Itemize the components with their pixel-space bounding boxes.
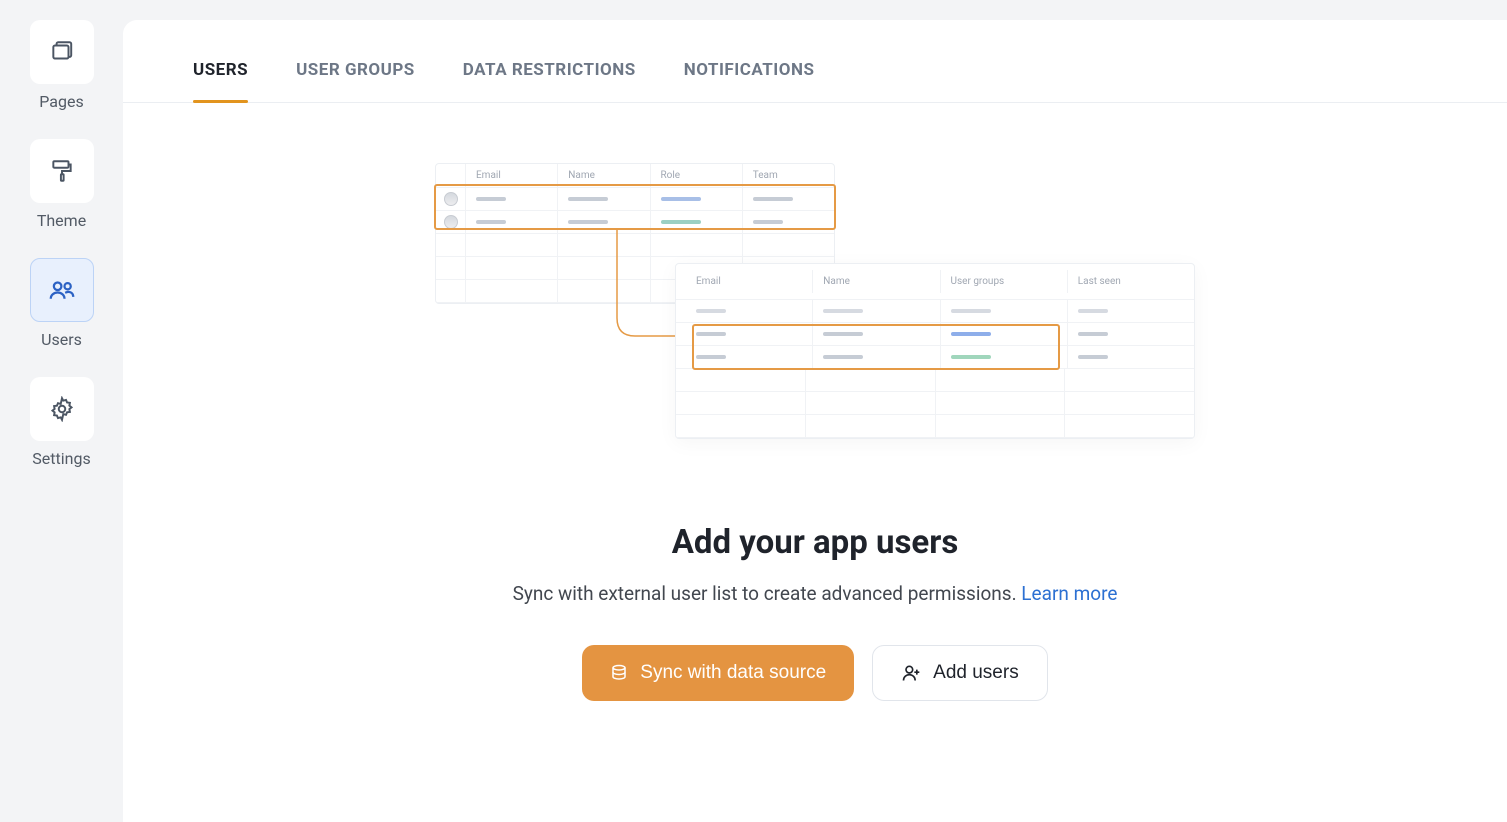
sidebar-label-users: Users <box>41 330 82 349</box>
subtitle-text: Sync with external user list to create a… <box>513 582 1022 605</box>
sidebar-label-settings: Settings <box>32 449 90 468</box>
sidebar-label-theme: Theme <box>37 211 86 230</box>
sidebar-label-pages: Pages <box>39 92 83 111</box>
illus-header: Role <box>651 164 743 187</box>
illustration: Email Name Role Team <box>435 163 1195 483</box>
add-users-button[interactable]: Add users <box>872 645 1048 701</box>
add-button-label: Add users <box>933 662 1019 684</box>
tabs: USERS USER GROUPS DATA RESTRICTIONS NOTI… <box>123 20 1507 103</box>
database-icon <box>610 664 628 682</box>
users-icon <box>30 258 94 322</box>
empty-state-subtitle: Sync with external user list to create a… <box>513 582 1118 605</box>
tab-users[interactable]: USERS <box>193 60 248 102</box>
paint-roller-icon <box>30 139 94 203</box>
illus-header: Team <box>743 164 834 187</box>
sidebar-item-settings[interactable]: Settings <box>30 377 94 468</box>
tab-notifications[interactable]: NOTIFICATIONS <box>684 60 815 102</box>
learn-more-link[interactable]: Learn more <box>1021 582 1117 605</box>
illus-header: Name <box>558 164 650 187</box>
sidebar: Pages Theme Users <box>0 0 123 822</box>
illus-header: User groups <box>941 270 1068 293</box>
sidebar-item-pages[interactable]: Pages <box>30 20 94 111</box>
tab-data-restrictions[interactable]: DATA RESTRICTIONS <box>463 60 636 102</box>
empty-state-title: Add your app users <box>672 523 959 562</box>
gear-icon <box>30 377 94 441</box>
tab-user-groups[interactable]: USER GROUPS <box>296 60 415 102</box>
sync-with-data-source-button[interactable]: Sync with data source <box>582 645 854 701</box>
illus-header: Email <box>466 164 558 187</box>
pages-icon <box>30 20 94 84</box>
illus-header: Email <box>676 270 813 293</box>
button-row: Sync with data source Add users <box>582 645 1047 701</box>
main-panel: USERS USER GROUPS DATA RESTRICTIONS NOTI… <box>123 20 1507 822</box>
illus-header: Name <box>813 270 940 293</box>
sidebar-item-theme[interactable]: Theme <box>30 139 94 230</box>
user-plus-icon <box>901 663 921 683</box>
content: Email Name Role Team <box>123 103 1507 822</box>
sidebar-item-users[interactable]: Users <box>30 258 94 349</box>
illustration-target-table: Email Name User groups Last seen <box>675 263 1195 439</box>
sync-button-label: Sync with data source <box>640 662 826 684</box>
illus-header: Last seen <box>1068 270 1194 293</box>
